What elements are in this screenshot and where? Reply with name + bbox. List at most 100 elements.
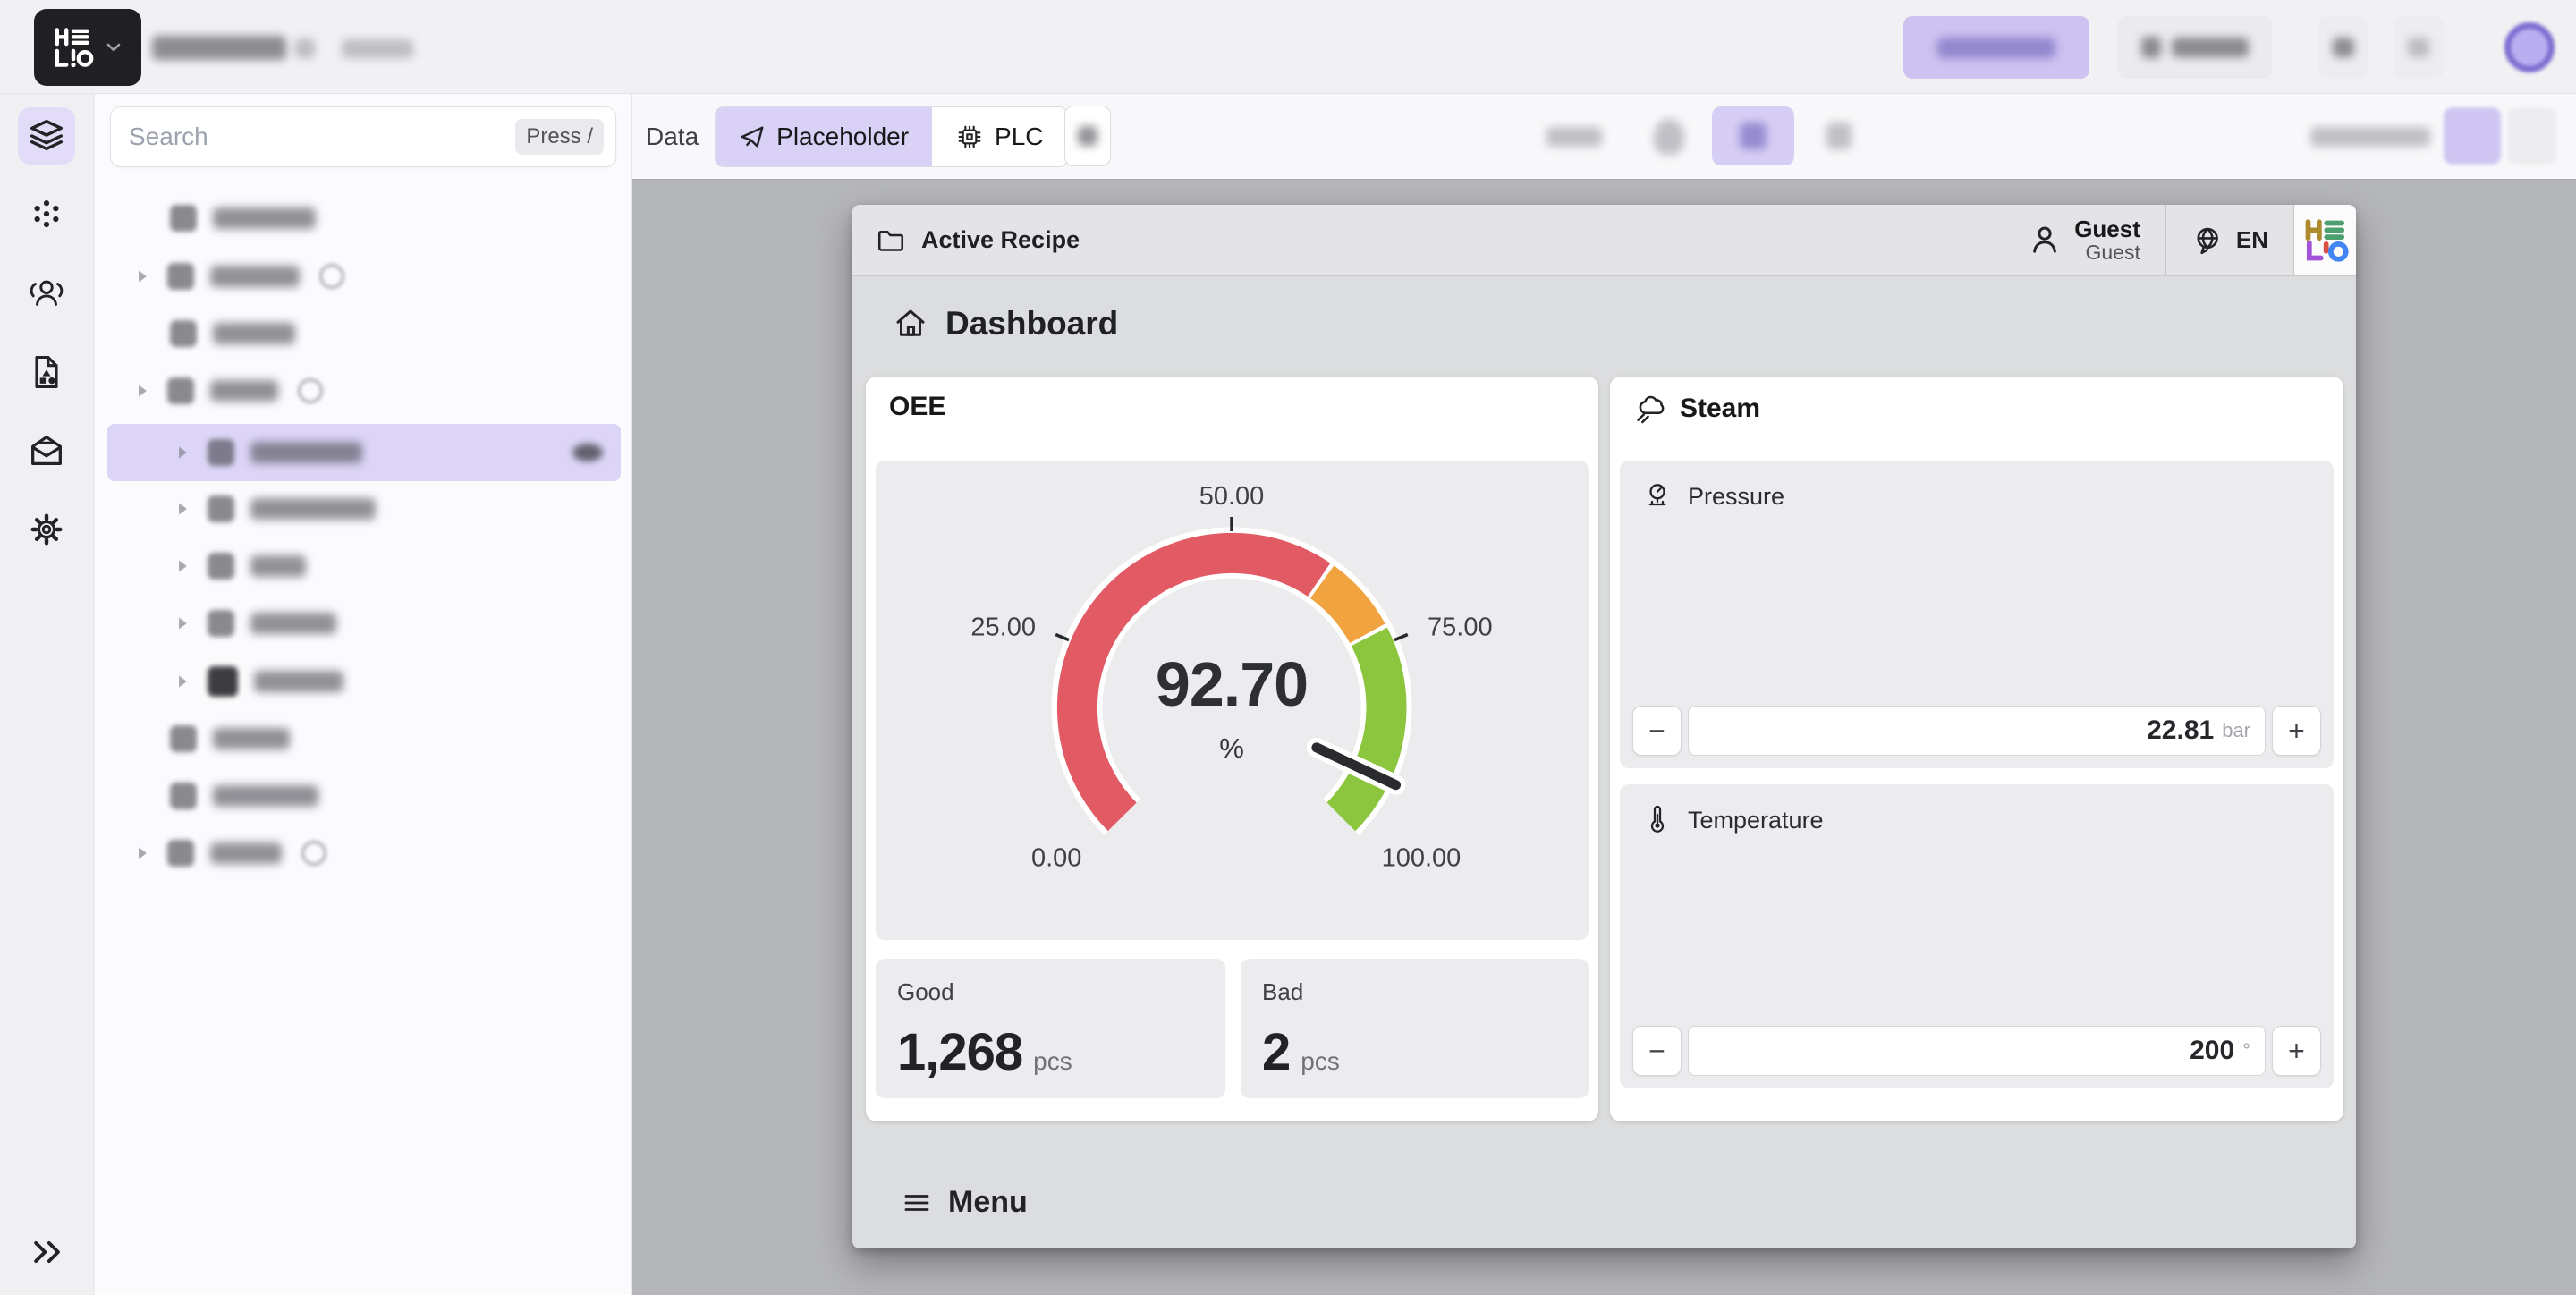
test-mode-label-blurred <box>2310 127 2430 147</box>
tree-chevron-icon[interactable] <box>175 559 190 573</box>
tree-row[interactable] <box>95 770 632 822</box>
bad-label: Bad <box>1262 978 1303 1006</box>
pressure-value: 22.81 <box>2147 715 2214 746</box>
device-icon-blurred[interactable] <box>1826 123 1852 149</box>
temperature-decrement-button[interactable]: − <box>1632 1026 1682 1076</box>
tree-item-label-blurred <box>250 498 376 520</box>
tree-chevron-icon[interactable] <box>175 445 190 460</box>
pressure-widget: Pressure − 22.81 bar + <box>1620 461 2334 768</box>
oee-gauge-panel: 0.0025.0050.0075.00100.0092.70% <box>876 461 1589 940</box>
tree-row[interactable] <box>95 827 632 879</box>
language-code: EN <box>2236 226 2268 254</box>
paper-plane-icon <box>739 123 766 150</box>
edit-project-icon[interactable] <box>295 38 315 58</box>
pressure-input[interactable]: 22.81 bar <box>1688 706 2266 756</box>
test-mode-toggle-off[interactable] <box>2508 107 2556 165</box>
divider <box>2165 205 2166 275</box>
person-icon <box>2026 222 2063 259</box>
preview-button[interactable] <box>2118 16 2272 79</box>
hmi-menu-button[interactable]: Menu <box>901 1185 1028 1220</box>
test-mode-toggle-on[interactable] <box>2444 107 2501 165</box>
tree-row[interactable] <box>95 308 632 360</box>
pressure-decrement-button[interactable]: − <box>1632 706 1682 756</box>
house-icon <box>892 305 929 343</box>
tree-row[interactable] <box>95 365 632 417</box>
save-project-button[interactable] <box>1903 16 2089 79</box>
components-dots-icon <box>27 195 66 234</box>
good-unit: pcs <box>1033 1047 1072 1076</box>
undo-button[interactable] <box>2318 16 2368 79</box>
steam-card-title: Steam <box>1633 392 1760 426</box>
tree-item-icon <box>170 783 197 809</box>
temperature-widget-label: Temperature <box>1641 804 1824 836</box>
tree-row[interactable] <box>95 250 632 302</box>
temperature-unit: ° <box>2242 1039 2250 1062</box>
tab-plc[interactable]: PLC <box>932 107 1066 166</box>
tree-row[interactable] <box>95 597 632 649</box>
temperature-stepper: − 200 ° + <box>1632 1026 2321 1076</box>
bulb-icon[interactable] <box>1654 119 1684 155</box>
good-label: Good <box>897 978 954 1006</box>
pressure-increment-button[interactable]: + <box>2272 706 2321 756</box>
tree-chevron-icon[interactable] <box>175 502 190 516</box>
tree-row[interactable] <box>95 656 632 707</box>
tree-item-icon <box>170 205 197 232</box>
tree-chevron-icon[interactable] <box>175 674 190 689</box>
app-logo-menu-button[interactable] <box>34 9 141 86</box>
tree-item-icon <box>208 610 234 637</box>
tree-item-icon <box>167 840 194 867</box>
tree-item-icon <box>167 263 194 290</box>
expand-rail-button[interactable] <box>0 1232 94 1272</box>
hmi-status-bar: Active Recipe Guest Guest <box>852 205 2356 276</box>
redo-button[interactable] <box>2394 16 2444 79</box>
rail-item-mail[interactable] <box>18 422 75 479</box>
rail-item-assets[interactable] <box>18 343 75 401</box>
rail-item-settings[interactable] <box>18 501 75 558</box>
rail-item-users[interactable] <box>18 265 75 322</box>
tree-chevron-icon[interactable] <box>135 269 149 284</box>
user-name: Guest <box>2074 217 2140 241</box>
temperature-increment-button[interactable]: + <box>2272 1026 2321 1076</box>
tree-chevron-icon[interactable] <box>175 616 190 631</box>
design-canvas[interactable]: Active Recipe Guest Guest <box>632 179 2576 1295</box>
tree-chevron-icon[interactable] <box>135 384 149 398</box>
rail-item-components[interactable] <box>18 186 75 243</box>
search-shortcut-hint: Press / <box>515 119 604 155</box>
language-selector[interactable]: EN <box>2191 224 2268 258</box>
mail-open-icon <box>26 430 67 471</box>
pressure-unit: bar <box>2222 719 2250 742</box>
hmi-page-title: Dashboard <box>892 305 1118 343</box>
tree-row[interactable] <box>95 483 632 535</box>
tab-placeholder[interactable]: Placeholder <box>716 107 932 166</box>
layers-icon <box>26 115 67 157</box>
gear-icon <box>26 509 67 550</box>
temperature-widget: Temperature − 200 ° + <box>1620 784 2334 1088</box>
tree-item-label-blurred <box>210 266 300 287</box>
double-chevron-right-icon <box>28 1232 67 1272</box>
project-title-blurred[interactable] <box>152 36 286 60</box>
hmi-brand-logo <box>2293 205 2356 275</box>
pressure-gauge-icon <box>1641 480 1674 512</box>
tree-item-badge <box>298 378 323 403</box>
tree-item-icon <box>170 320 197 347</box>
steam-card: Steam Pressure − 22.81 bar + <box>1610 377 2343 1121</box>
helo-color-logo-icon <box>2302 217 2349 264</box>
globe-language-icon <box>2191 224 2225 258</box>
eye-visibility-icon[interactable] <box>572 444 603 461</box>
user-avatar[interactable] <box>2504 22 2555 72</box>
tree-item-label-blurred <box>254 671 343 692</box>
device-toggle-selected[interactable] <box>1712 106 1794 165</box>
tree-chevron-icon[interactable] <box>135 846 149 860</box>
temperature-input[interactable]: 200 ° <box>1688 1026 2266 1076</box>
bad-unit: pcs <box>1301 1047 1340 1076</box>
tree-row[interactable] <box>107 424 621 481</box>
refresh-data-button[interactable] <box>1064 106 1111 166</box>
svg-text:25.00: 25.00 <box>970 613 1036 641</box>
tree-row[interactable] <box>95 540 632 592</box>
rail-item-layers[interactable] <box>18 107 75 165</box>
hamburger-menu-icon <box>901 1187 933 1219</box>
tree-row[interactable] <box>95 192 632 244</box>
user-menu[interactable]: Guest Guest <box>2026 217 2140 263</box>
tree-row[interactable] <box>95 713 632 765</box>
tree-item-label-blurred <box>213 207 316 229</box>
